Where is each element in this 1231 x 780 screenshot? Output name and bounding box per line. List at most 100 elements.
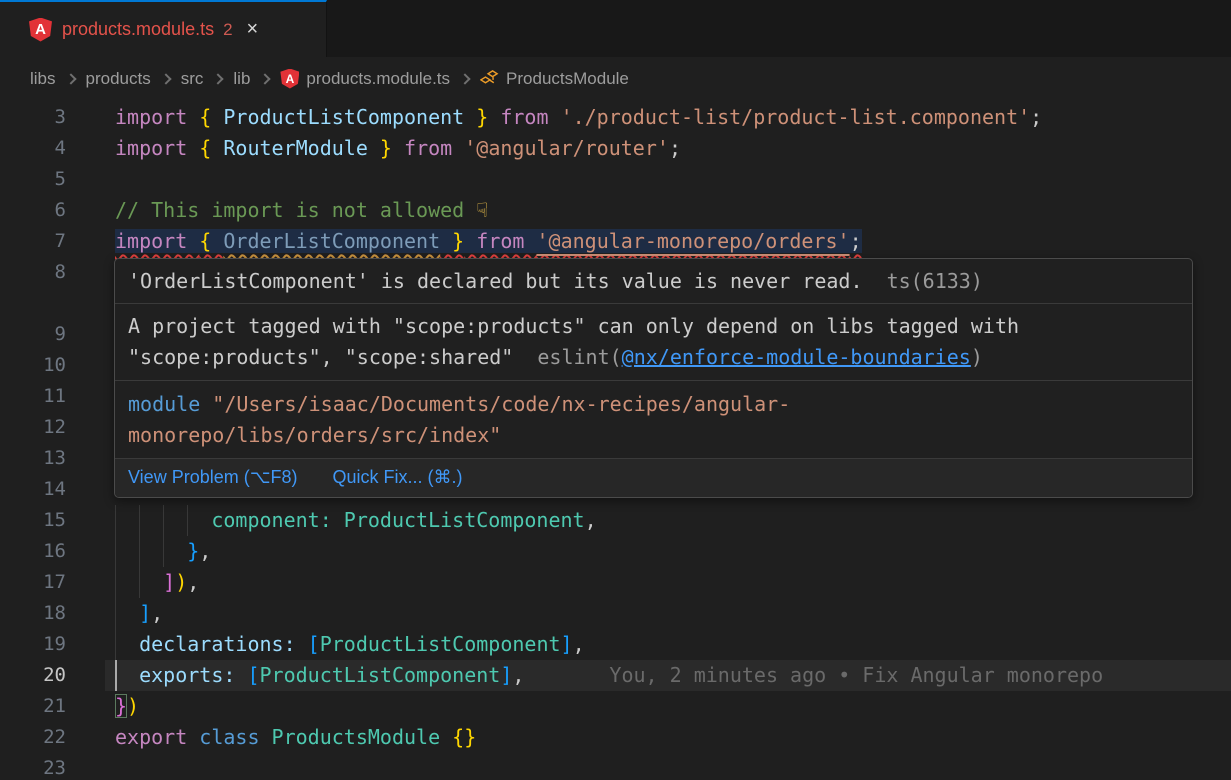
code-line-15: 15 component: ProductListComponent,: [0, 505, 1231, 536]
code-token: ]: [115, 601, 151, 625]
indent-guide: [139, 536, 140, 567]
line-number[interactable]: 15: [0, 505, 66, 536]
line-number[interactable]: 4: [0, 133, 66, 164]
eslint-message-scopes: "scope:products", "scope:shared": [128, 345, 513, 369]
code-token: ]: [500, 663, 512, 687]
line-content[interactable]: ],: [115, 598, 1231, 629]
code-token: ]: [561, 632, 573, 656]
code-text: import { RouterModule } from '@angular/r…: [115, 136, 681, 160]
breadcrumb-item-symbol[interactable]: ProductsModule: [480, 69, 629, 89]
view-problem-button[interactable]: View Problem (⌥F8): [128, 467, 297, 487]
line-content[interactable]: ]),: [115, 567, 1231, 598]
hover-diagnostics-popup: 'OrderListComponent' is declared but its…: [114, 258, 1193, 498]
code-token: ;: [669, 136, 681, 160]
line-number[interactable]: 9: [0, 319, 66, 350]
code-token[interactable]: '@angular-monorepo/orders': [536, 229, 849, 253]
line-content[interactable]: }): [115, 691, 1231, 722]
code-line-20: 20 exports: [ProductListComponent], You, …: [0, 660, 1231, 691]
line-content[interactable]: },: [115, 536, 1231, 567]
hover-actions-bar: View Problem (⌥F8) Quick Fix... (⌘.): [115, 459, 1192, 497]
line-number[interactable]: 12: [0, 412, 66, 443]
code-token: {: [199, 136, 223, 160]
breadcrumb-item-lib[interactable]: lib: [233, 69, 250, 89]
line-number[interactable]: 19: [0, 629, 66, 660]
eslint-source-open: eslint(: [537, 345, 621, 369]
indent-guide: [163, 505, 164, 536]
code-text: // This import is not allowed ☟: [115, 198, 488, 222]
code-text: exports: [ProductListComponent],: [115, 663, 524, 687]
line-number[interactable]: 5: [0, 164, 66, 195]
tab-title: products.module.ts: [62, 19, 214, 40]
code-token: }: [115, 539, 199, 563]
breadcrumb-item-file[interactable]: A products.module.ts: [280, 69, 450, 89]
angular-file-icon: A: [280, 69, 299, 89]
code-token: ]: [115, 570, 175, 594]
eslint-diagnostic-section: A project tagged with "scope:products" c…: [115, 304, 1192, 381]
line-number[interactable]: 16: [0, 536, 66, 567]
line-content[interactable]: import { OrderListComponent } from '@ang…: [115, 226, 1231, 257]
code-token: from: [392, 136, 464, 160]
line-content[interactable]: import { ProductListComponent } from './…: [115, 102, 1231, 133]
code-token: from: [488, 105, 560, 129]
line-number[interactable]: 18: [0, 598, 66, 629]
code-token: }: [368, 136, 392, 160]
quick-fix-button[interactable]: Quick Fix... (⌘.): [332, 467, 462, 487]
code-token: ,: [199, 539, 211, 563]
code-token: class: [199, 725, 271, 749]
code-token: ;: [1030, 105, 1042, 129]
eslint-message-line1: A project tagged with "scope:products" c…: [128, 311, 1179, 342]
breadcrumb-item-libs[interactable]: libs: [30, 69, 56, 89]
tab-products-module[interactable]: A products.module.ts 2 ×: [0, 0, 327, 57]
error-squiggle-code-text: import { OrderListComponent } from '@ang…: [115, 229, 862, 253]
line-number[interactable]: 10: [0, 350, 66, 381]
code-token: '@angular/router': [464, 136, 669, 160]
line-content[interactable]: import { RouterModule } from '@angular/r…: [115, 133, 1231, 164]
line-number[interactable]: 20: [0, 660, 66, 691]
code-text: ],: [115, 601, 163, 625]
chevron-right-icon: [459, 73, 470, 84]
line-number[interactable]: 23: [0, 753, 66, 780]
line-number[interactable]: 3: [0, 102, 66, 133]
eslint-rule-link[interactable]: @nx/enforce-module-boundaries: [622, 345, 971, 369]
code-token: ;: [850, 229, 862, 253]
line-content[interactable]: [115, 753, 1231, 780]
active-indent-guide: [115, 660, 117, 691]
breadcrumb-item-products[interactable]: products: [86, 69, 151, 89]
code-token: component: ProductListComponent: [115, 508, 585, 532]
line-number[interactable]: 8: [0, 257, 66, 288]
line-number[interactable]: 13: [0, 443, 66, 474]
indent-guide: [115, 536, 116, 567]
chevron-right-icon: [160, 73, 171, 84]
ts-diagnostic-section: 'OrderListComponent' is declared but its…: [115, 259, 1192, 304]
line-number[interactable]: 17: [0, 567, 66, 598]
line-number[interactable]: 21: [0, 691, 66, 722]
line-content[interactable]: exports: [ProductListComponent], You, 2 m…: [115, 660, 1231, 691]
code-line-18: 18 ],: [0, 598, 1231, 629]
git-blame-annotation: You, 2 minutes ago • Fix Angular monorep…: [609, 663, 1103, 687]
code-line-5: 5: [0, 164, 1231, 195]
code-text: ]),: [115, 570, 199, 594]
line-number[interactable]: 11: [0, 381, 66, 412]
code-token: // This import is not allowed: [115, 198, 476, 222]
pointing-down-emoji: ☟: [476, 198, 488, 222]
line-number[interactable]: 7: [0, 226, 66, 257]
line-content[interactable]: declarations: [ProductListComponent],: [115, 629, 1231, 660]
close-icon[interactable]: ×: [247, 18, 259, 41]
ts-diagnostic-message: 'OrderListComponent' is declared but its…: [128, 269, 863, 293]
code-line-19: 19 declarations: [ProductListComponent],: [0, 629, 1231, 660]
line-content[interactable]: component: ProductListComponent,: [115, 505, 1231, 536]
code-line-6: 6 // This import is not allowed ☟: [0, 195, 1231, 226]
line-number[interactable]: 22: [0, 722, 66, 753]
line-content[interactable]: export class ProductsModule {}: [115, 722, 1231, 753]
line-content[interactable]: // This import is not allowed ☟: [115, 195, 1231, 226]
line-number[interactable]: [0, 288, 66, 319]
code-token: [: [247, 663, 259, 687]
line-number[interactable]: 14: [0, 474, 66, 505]
line-number[interactable]: 6: [0, 195, 66, 226]
code-text: import { ProductListComponent } from './…: [115, 105, 1042, 129]
angular-file-icon: A: [29, 18, 52, 42]
breadcrumb-item-src[interactable]: src: [181, 69, 204, 89]
code-line-3: 3 import { ProductListComponent } from '.…: [0, 102, 1231, 133]
code-token: ProductListComponent: [223, 105, 464, 129]
line-content[interactable]: [115, 164, 1231, 195]
